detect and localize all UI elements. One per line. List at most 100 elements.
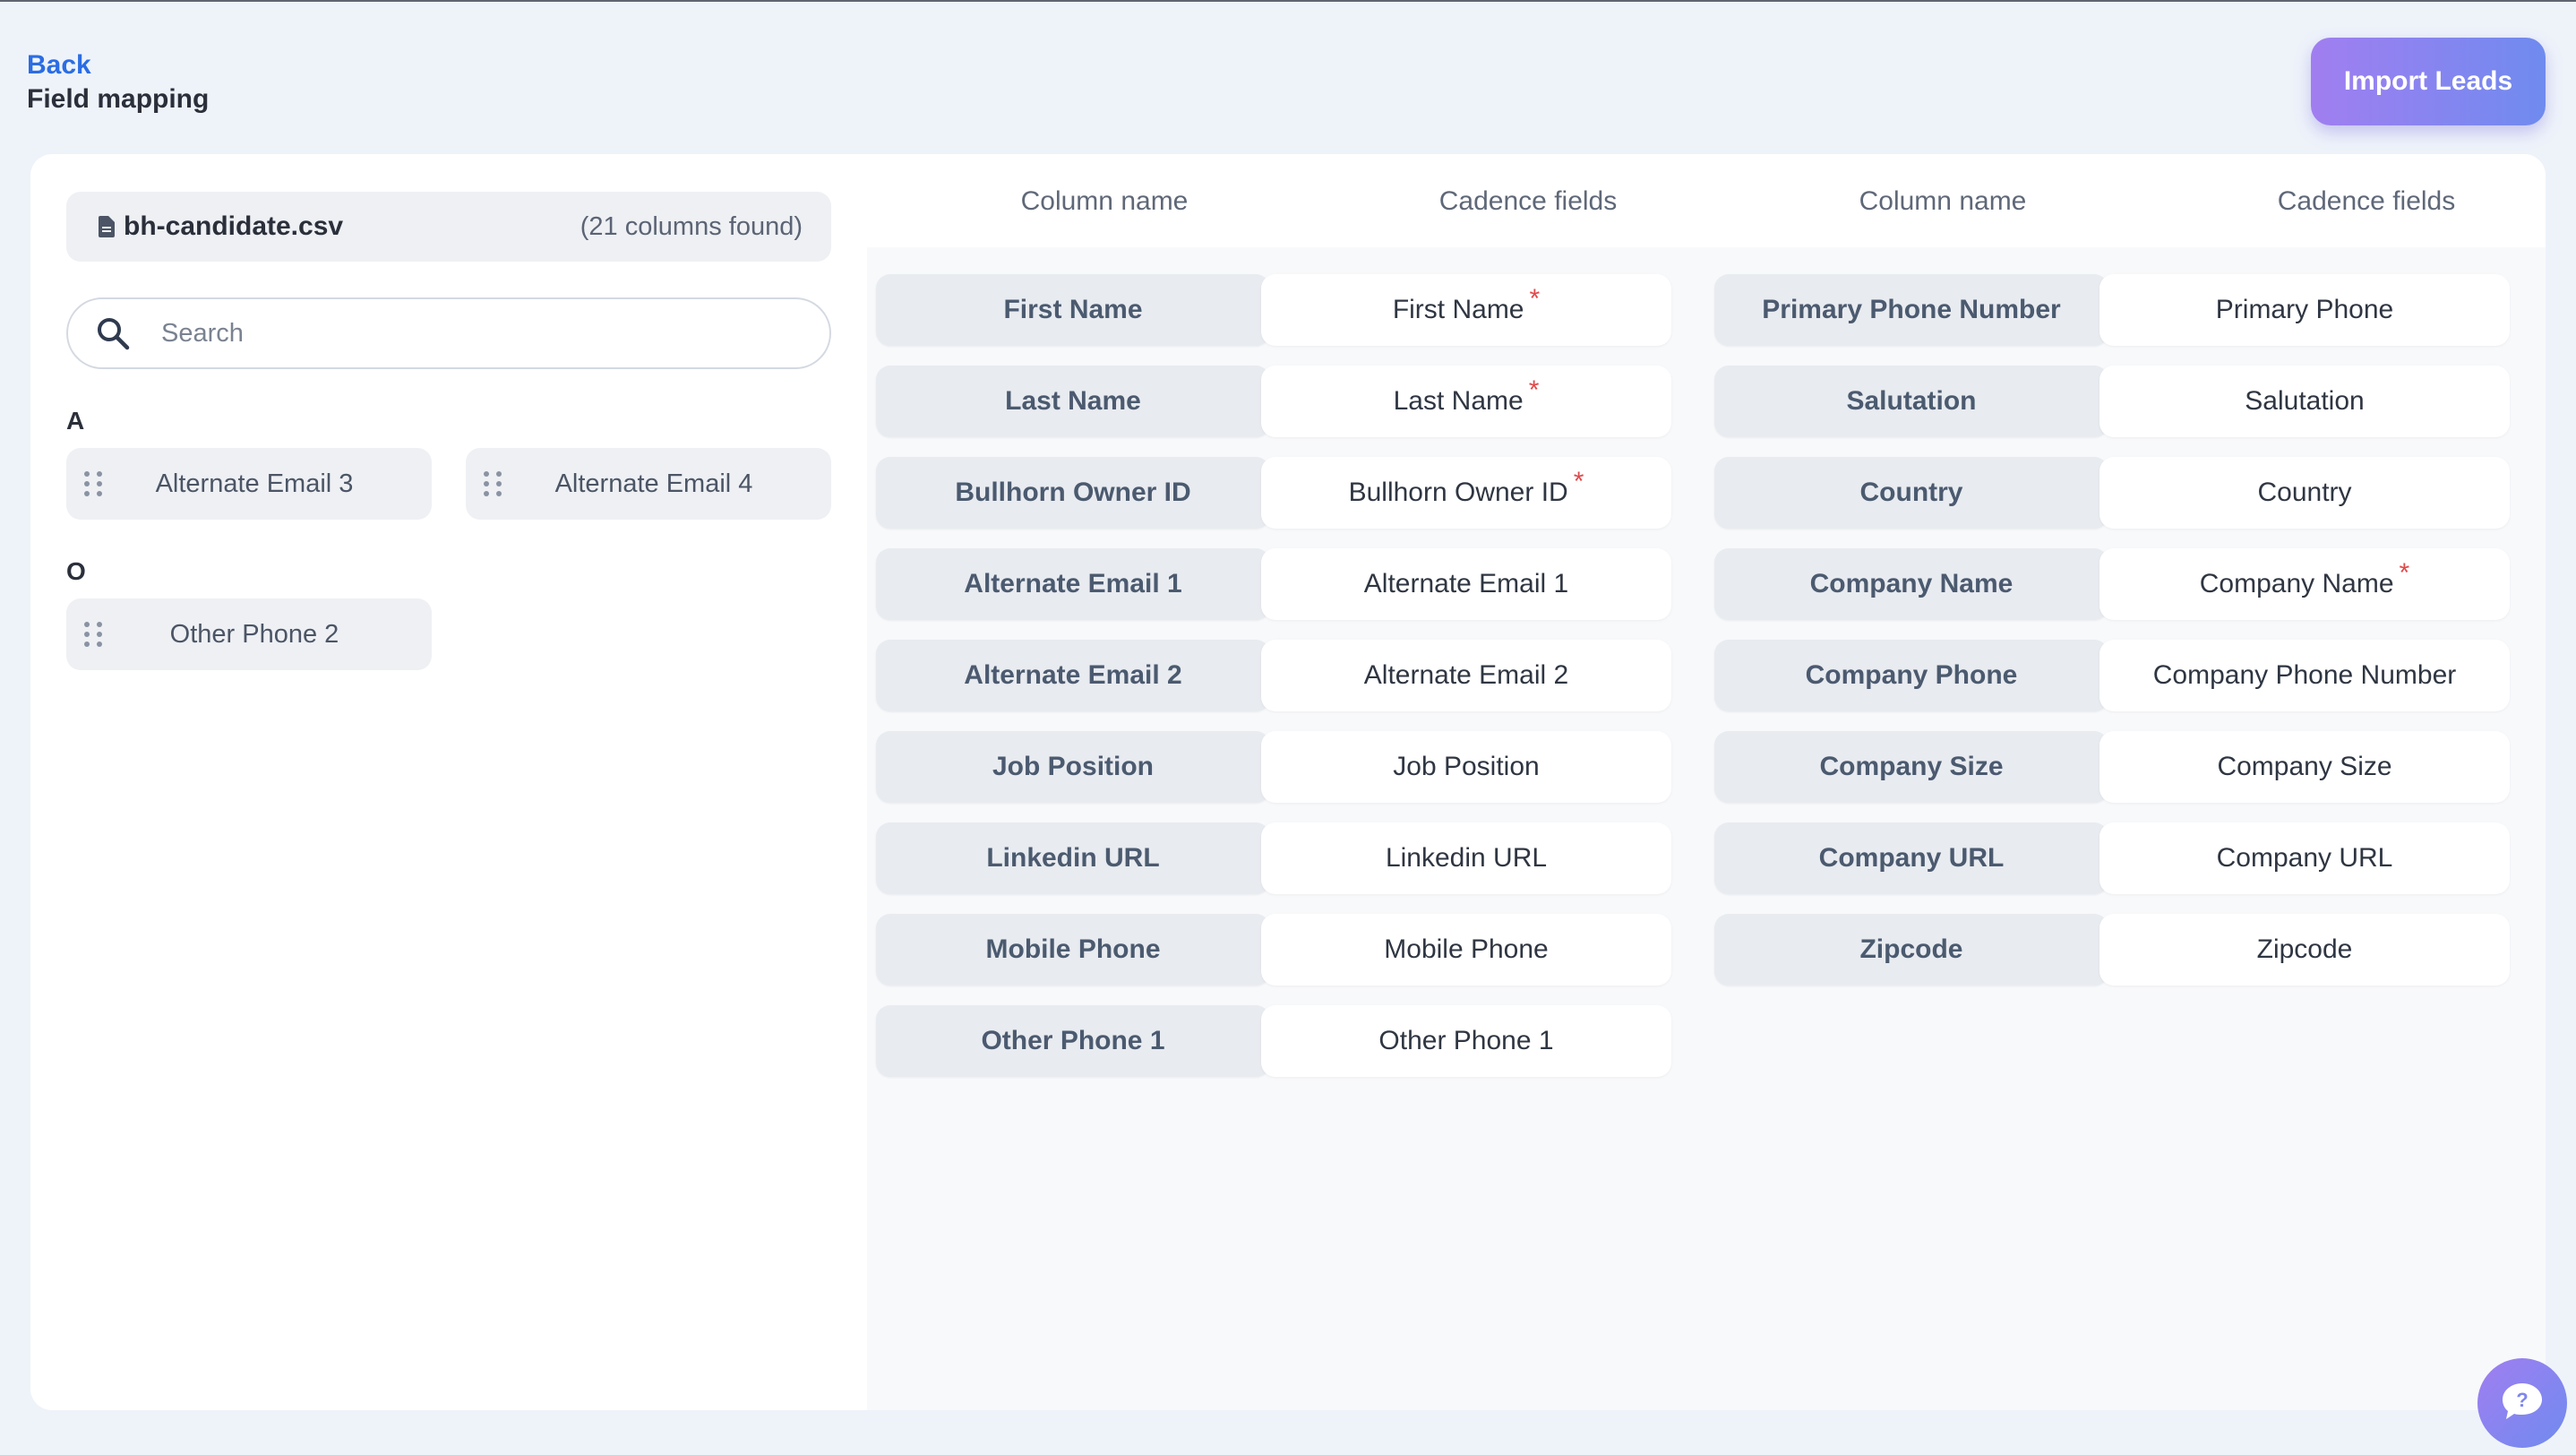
mapping-row: Zipcode Zipcode	[1714, 914, 2520, 986]
cadence-field-label: Alternate Email 2	[1363, 660, 1569, 690]
cadence-field-select[interactable]: Primary Phone	[2099, 274, 2510, 346]
help-chat-icon: ?	[2501, 1382, 2544, 1425]
mapping-row: Alternate Email 2 Alternate Email 2	[876, 640, 1682, 711]
cadence-field-label: Alternate Email 1	[1363, 569, 1569, 598]
column-header: Cadence fields	[1438, 186, 1618, 216]
group-letter-o: O	[66, 557, 86, 585]
mapping-row: Job Position Job Position	[876, 731, 1682, 803]
column-name-chip[interactable]: Other Phone 1	[876, 1005, 1270, 1077]
column-header: Column name	[1020, 186, 1189, 216]
cadence-field-select[interactable]: Company Phone Number	[2099, 640, 2510, 711]
mapping-row: Primary Phone Number Primary Phone	[1714, 274, 2520, 346]
drag-handle-icon[interactable]	[84, 622, 102, 647]
mapping-row: Linkedin URL Linkedin URL	[876, 822, 1682, 894]
cadence-field-label: Company Size	[2217, 752, 2392, 781]
mapping-row: Bullhorn Owner ID Bullhorn Owner ID *	[876, 457, 1682, 529]
cadence-field-select[interactable]: Other Phone 1	[1261, 1005, 1671, 1077]
unmapped-column-chip[interactable]: Alternate Email 4	[466, 448, 831, 520]
cadence-field-label: Other Phone 1	[1378, 1026, 1554, 1055]
mapping-row: Other Phone 1 Other Phone 1	[876, 1005, 1682, 1077]
cadence-field-select[interactable]: First Name *	[1261, 274, 1671, 346]
mapping-row: Company Name Company Name *	[1714, 548, 2520, 620]
cadence-field-select[interactable]: Linkedin URL	[1261, 822, 1671, 894]
required-marker: *	[1573, 467, 1584, 496]
required-marker: *	[1528, 375, 1540, 405]
column-name-chip[interactable]: Primary Phone Number	[1714, 274, 2108, 346]
cadence-field-select[interactable]: Alternate Email 2	[1261, 640, 1671, 711]
mapping-area: Column name Cadence fields Column name C…	[867, 154, 2546, 1410]
cadence-field-label: Country	[2257, 478, 2352, 507]
cadence-field-select[interactable]: Salutation	[2099, 366, 2510, 437]
column-name-chip[interactable]: Mobile Phone	[876, 914, 1270, 986]
cadence-field-label: Last Name	[1393, 386, 1524, 416]
cadence-field-select[interactable]: Alternate Email 1	[1261, 548, 1671, 620]
column-name-chip[interactable]: Salutation	[1714, 366, 2108, 437]
file-icon	[99, 216, 115, 237]
column-name-chip[interactable]: Bullhorn Owner ID	[876, 457, 1270, 529]
cadence-field-label: Salutation	[2245, 386, 2365, 416]
column-name-chip[interactable]: Alternate Email 2	[876, 640, 1270, 711]
search-box[interactable]	[66, 297, 831, 369]
cadence-field-label: Zipcode	[2256, 934, 2353, 964]
cadence-field-select[interactable]: Zipcode	[2099, 914, 2510, 986]
column-name-chip[interactable]: Job Position	[876, 731, 1270, 803]
cadence-field-label: First Name	[1392, 295, 1524, 324]
cadence-field-select[interactable]: Job Position	[1261, 731, 1671, 803]
mapping-row: Company URL Company URL	[1714, 822, 2520, 894]
column-header: Cadence fields	[2277, 186, 2456, 216]
cadence-field-select[interactable]: Country	[2099, 457, 2510, 529]
group-letter-a: A	[66, 407, 85, 435]
cadence-field-select[interactable]: Company Name *	[2099, 548, 2510, 620]
cadence-field-label: Company Name	[2199, 569, 2394, 598]
cadence-field-label: Bullhorn Owner ID	[1348, 478, 1568, 507]
mapping-row: Mobile Phone Mobile Phone	[876, 914, 1682, 986]
column-name-chip[interactable]: Company Name	[1714, 548, 2108, 620]
mapping-row: Country Country	[1714, 457, 2520, 529]
column-name-chip[interactable]: Company Phone	[1714, 640, 2108, 711]
column-name-chip[interactable]: First Name	[876, 274, 1270, 346]
cadence-field-select[interactable]: Last Name *	[1261, 366, 1671, 437]
column-name-chip[interactable]: Country	[1714, 457, 2108, 529]
file-name: bh-candidate.csv	[124, 211, 344, 241]
column-name-chip[interactable]: Linkedin URL	[876, 822, 1270, 894]
search-icon	[95, 315, 131, 351]
cadence-field-label: Primary Phone	[2215, 295, 2394, 324]
column-name-chip[interactable]: Alternate Email 1	[876, 548, 1270, 620]
mapping-row: Salutation Salutation	[1714, 366, 2520, 437]
column-name-chip[interactable]: Zipcode	[1714, 914, 2108, 986]
cadence-field-select[interactable]: Mobile Phone	[1261, 914, 1671, 986]
mapping-card: bh-candidate.csv (21 columns found) A Al…	[30, 154, 2546, 1410]
import-leads-button[interactable]: Import Leads	[2311, 38, 2546, 125]
page-title: Field mapping	[27, 84, 210, 114]
mapping-row: Company Phone Company Phone Number	[1714, 640, 2520, 711]
unmapped-column-chip[interactable]: Alternate Email 3	[66, 448, 432, 520]
column-name-chip[interactable]: Last Name	[876, 366, 1270, 437]
drag-handle-icon[interactable]	[484, 471, 502, 496]
column-header: Column name	[1859, 186, 2027, 216]
mapping-row: Company Size Company Size	[1714, 731, 2520, 803]
top-border	[0, 0, 2576, 2]
cadence-field-label: Company URL	[2216, 843, 2393, 873]
drag-handle-icon[interactable]	[84, 471, 102, 496]
column-name-chip[interactable]: Company Size	[1714, 731, 2108, 803]
required-marker: *	[2399, 558, 2410, 588]
required-marker: *	[1529, 284, 1541, 314]
search-input[interactable]	[161, 318, 788, 349]
page-header: Back Field mapping	[27, 48, 209, 116]
unmapped-column-chip[interactable]: Other Phone 2	[66, 598, 432, 670]
cadence-field-label: Mobile Phone	[1384, 934, 1549, 964]
mapping-row: Alternate Email 1 Alternate Email 1	[876, 548, 1682, 620]
mapping-row: First Name First Name *	[876, 274, 1682, 346]
columns-found-count: (21 columns found)	[580, 211, 803, 241]
cadence-field-label: Linkedin URL	[1385, 843, 1548, 873]
help-chat-button[interactable]: ?	[2477, 1358, 2567, 1448]
cadence-field-select[interactable]: Company Size	[2099, 731, 2510, 803]
file-info-bar: bh-candidate.csv (21 columns found)	[66, 192, 831, 262]
back-link[interactable]: Back	[27, 48, 209, 82]
cadence-field-select[interactable]: Bullhorn Owner ID *	[1261, 457, 1671, 529]
mapping-header: Column name Cadence fields Column name C…	[867, 154, 2546, 247]
column-name-chip[interactable]: Company URL	[1714, 822, 2108, 894]
cadence-field-select[interactable]: Company URL	[2099, 822, 2510, 894]
cadence-field-label: Company Phone Number	[2152, 660, 2457, 690]
svg-text:?: ?	[2516, 1389, 2528, 1411]
